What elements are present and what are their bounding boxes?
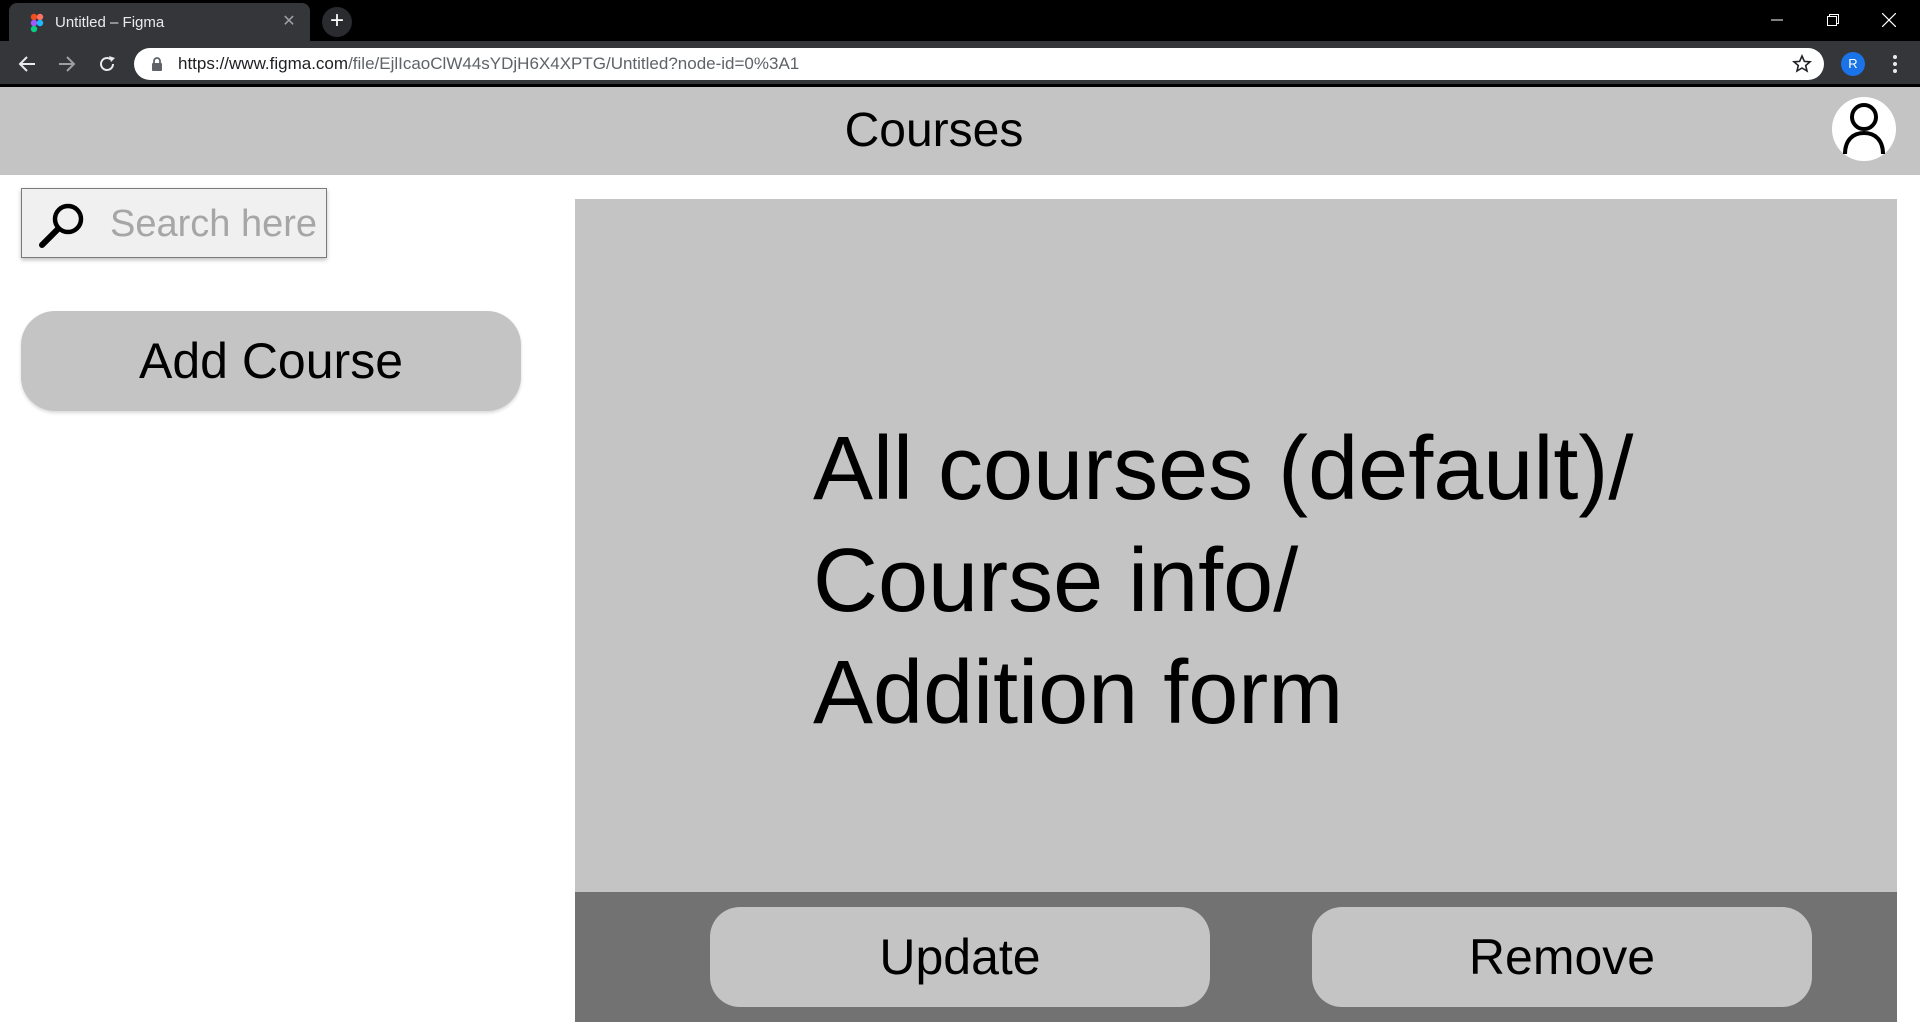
panel-line: Addition form (813, 643, 1344, 743)
close-icon[interactable]: ✕ (281, 14, 297, 30)
app-header: Courses (0, 87, 1920, 175)
user-icon (1843, 103, 1885, 155)
page-title: Courses (844, 104, 1024, 157)
url-text: https://www.figma.com/file/EjlIcaoClW44s… (178, 54, 800, 73)
search-box[interactable] (21, 188, 327, 258)
magnifier-icon (39, 203, 84, 248)
profile-avatar[interactable]: R (1841, 52, 1865, 76)
update-button[interactable]: Update (710, 907, 1210, 1007)
panel-line: Course info/ (813, 531, 1299, 631)
plus-icon[interactable]: + (322, 7, 352, 37)
minimize-icon[interactable] (1749, 0, 1805, 40)
remove-button[interactable]: Remove (1312, 907, 1812, 1007)
close-window-icon[interactable] (1861, 0, 1917, 40)
tab-title: Untitled – Figma (55, 14, 165, 31)
panel-line: All courses (default)/ (813, 419, 1634, 519)
back-arrow-icon[interactable] (12, 49, 42, 79)
reload-icon[interactable] (92, 49, 122, 79)
search-input[interactable] (110, 199, 316, 249)
user-avatar-button[interactable] (1832, 97, 1896, 161)
restore-icon[interactable] (1805, 0, 1861, 40)
forward-arrow-icon[interactable] (52, 49, 82, 79)
figma-icon (30, 13, 44, 33)
add-course-button[interactable]: Add Course (21, 311, 521, 411)
star-icon[interactable] (1792, 54, 1812, 74)
more-vert-icon[interactable] (1880, 49, 1910, 79)
action-bar: Update Remove (575, 892, 1897, 1022)
panel-placeholder-text: All courses (default)/ Course info/ Addi… (813, 413, 1873, 749)
browser-toolbar: https://www.figma.com/file/EjlIcaoClW44s… (0, 41, 1920, 86)
content-panel: All courses (default)/ Course info/ Addi… (575, 199, 1897, 892)
address-bar[interactable]: https://www.figma.com/file/EjlIcaoClW44s… (134, 48, 1824, 80)
browser-tab[interactable]: Untitled – Figma ✕ (9, 3, 310, 41)
lock-icon (152, 57, 162, 71)
browser-tab-strip: Untitled – Figma ✕ + (0, 0, 1920, 41)
